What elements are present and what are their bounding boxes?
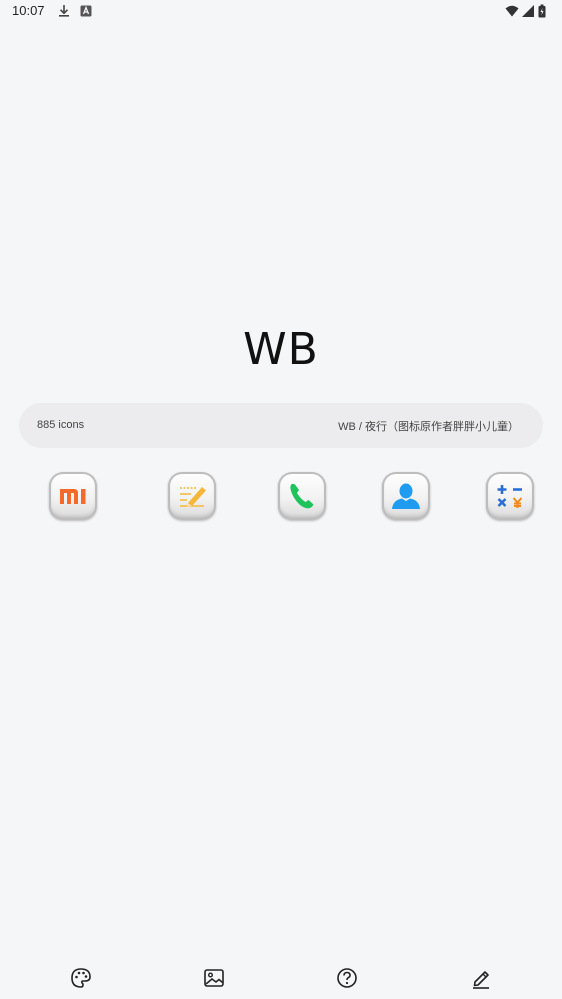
- calculator-app-icon[interactable]: [486, 472, 534, 520]
- pencil-notes-icon: [180, 487, 206, 507]
- edit-button[interactable]: [469, 966, 493, 990]
- palette-icon: [71, 968, 91, 988]
- battery-icon: [538, 4, 546, 18]
- bottom-nav: [0, 962, 562, 994]
- edit-icon: [473, 971, 489, 989]
- page-title: WB: [243, 324, 319, 375]
- mi-logo-icon: [60, 489, 86, 504]
- wallpaper-button[interactable]: [202, 966, 226, 990]
- download-icon: [59, 5, 69, 17]
- wifi-icon: [505, 5, 519, 17]
- person-icon: [392, 483, 420, 509]
- notes-app-icon[interactable]: [168, 472, 216, 520]
- phone-app-icon[interactable]: [278, 472, 326, 520]
- app-notification-icon: [80, 5, 92, 17]
- calculator-icon: [497, 485, 523, 508]
- signal-icon: [522, 5, 534, 17]
- help-icon: [337, 968, 357, 988]
- palette-button[interactable]: [69, 966, 93, 990]
- contacts-app-icon[interactable]: [382, 472, 430, 520]
- icon-count: 885 icons: [37, 419, 85, 431]
- pack-info-pill: 885 icons WB / 夜行（图标原作者胖胖小儿童）: [19, 403, 543, 448]
- pack-author: WB / 夜行（图标原作者胖胖小儿童）: [338, 421, 519, 433]
- status-bar: 10:07: [0, 0, 562, 24]
- image-icon: [204, 969, 224, 987]
- phone-handset-icon: [290, 483, 314, 509]
- status-time: 10:07: [12, 3, 45, 18]
- mi-app-icon[interactable]: [49, 472, 97, 520]
- help-button[interactable]: [335, 966, 359, 990]
